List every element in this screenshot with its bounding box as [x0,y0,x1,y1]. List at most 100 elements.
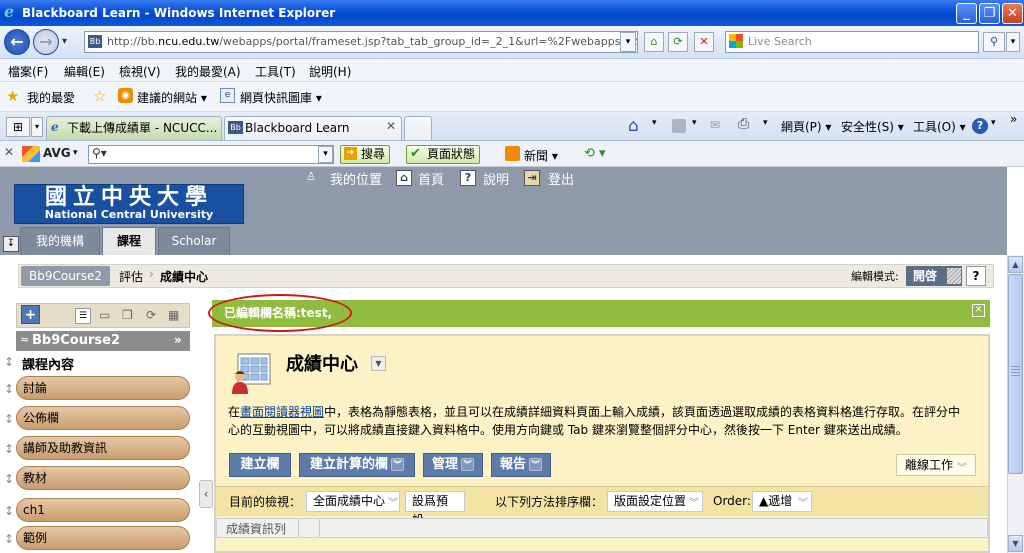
screen-reader-view-link[interactable]: 畫面閱讀器視圖 [240,405,324,419]
search-options-icon[interactable]: ▾ [1006,32,1020,52]
avg-search-icon: ⚲▾ [92,146,107,160]
tab-bb-icon: Bb [228,121,243,134]
drag-handle-icon[interactable]: ↕ [4,355,14,369]
help-link[interactable]: 說明 [483,169,509,188]
suggested-sites-link[interactable]: 建議的網站 ▾ [137,89,207,106]
course-menu-item-ch1[interactable]: ch1 [16,498,190,522]
address-input[interactable]: http://bb.ncu.edu.tw/webapps/portal/fram… [84,31,638,53]
menu-tools[interactable]: 工具(T) [255,63,296,80]
course-menu-item-materials[interactable]: 教材 [16,466,190,490]
course-collapse-icon[interactable]: ≈ [20,333,29,346]
page-menu[interactable]: 網頁(P) ▾ [781,118,831,135]
message-close-button[interactable]: ✕ [972,304,985,317]
close-button[interactable]: ✕ [1002,3,1023,24]
forward-button[interactable]: → [33,29,59,55]
breadcrumb-course[interactable]: Bb9Course2 [21,266,111,286]
tab-my-institution[interactable]: 我的機構 [20,227,100,255]
avg-close-icon[interactable]: ✕ [4,145,14,159]
help-dropdown-icon[interactable]: ▾ [991,118,996,128]
more-tools-chevron[interactable]: » [1010,112,1017,126]
scroll-down-icon[interactable]: ▼ [1008,535,1023,552]
history-dropdown-icon[interactable]: ▾ [62,36,67,47]
folder-view-icon[interactable]: ▭ [99,308,110,322]
drag-handle-icon[interactable]: ↕ [4,442,14,456]
list-view-icon[interactable]: ☰ [75,308,91,324]
window-view-icon[interactable]: ❐ [122,308,133,322]
drag-handle-icon[interactable]: ↕ [4,504,14,518]
safety-menu[interactable]: 安全性(S) ▾ [841,118,904,135]
detail-view-icon[interactable]: ▦ [168,308,179,322]
mail-icon[interactable]: ✉ [710,118,720,132]
menu-view[interactable]: 檢視(V) [119,63,161,80]
breadcrumb-assessment[interactable]: 評估 [119,268,143,285]
scroll-up-icon[interactable]: ▲ [1008,256,1023,273]
menu-edit[interactable]: 編輯(E) [64,63,105,80]
avg-search-input[interactable] [88,145,334,164]
set-default-button[interactable]: 設爲預設 [405,491,465,527]
home-icon[interactable]: ⌂ [628,116,639,136]
minimize-button[interactable]: _ [956,3,977,24]
tab-close-icon[interactable]: ✕ [386,119,396,133]
tab-list-icon[interactable]: ▾ [31,117,43,137]
drag-handle-icon[interactable]: ↕ [4,532,14,546]
course-content-heading[interactable]: 課程內容 [22,354,74,373]
print-icon[interactable]: ⎙ [738,116,749,132]
home-dropdown-icon[interactable]: ▾ [652,118,657,128]
course-menu-item-examples[interactable]: 範例 [16,526,190,550]
search-go-icon[interactable]: ⚲ [983,32,1005,52]
menu-help[interactable]: 說明(H) [309,63,351,80]
create-column-button[interactable]: 建立欄 [229,453,291,477]
tab-download-grades[interactable]: 下載上傳成績單 - NCUCC... [46,116,222,140]
quick-tabs-icon[interactable]: ⊞ [6,117,30,137]
logout-link[interactable]: 登出 [548,169,574,188]
add-favorite-icon[interactable]: ☆ [93,87,106,105]
favorites-star-icon[interactable]: ★ [6,87,19,105]
back-button[interactable]: ← [4,29,30,55]
favorites-label[interactable]: 我的最愛 [27,89,75,106]
course-menu-item-announcements[interactable]: 公佈欄 [16,406,190,430]
refresh-menu-icon[interactable]: ⟳ [146,308,156,322]
live-search-input[interactable]: Live Search [725,31,979,53]
university-logo[interactable]: 國立中央大學 National Central University [14,184,244,224]
home-link[interactable]: 首頁 [418,169,444,188]
news-rss-icon [505,146,520,161]
print-dropdown-icon[interactable]: ▾ [763,118,768,128]
title-options-icon[interactable]: ▼ [371,356,386,371]
refresh-icon[interactable]: ⟳ [668,32,688,52]
tab-blackboard-learn[interactable]: Blackboard Learn [224,116,402,140]
avg-search-dropdown-icon[interactable]: ▾ [318,146,333,163]
help-icon[interactable]: ? [972,118,988,134]
drag-handle-icon[interactable]: ↕ [4,472,14,486]
course-expand-icon[interactable]: » [174,333,182,347]
reports-button[interactable]: 報告 ︾ [491,453,551,477]
avg-extra-icon[interactable]: ⟲ ▾ [584,146,606,161]
avg-news-button[interactable]: 新聞 ▾ [524,147,558,164]
compatibility-icon[interactable]: ⌂ [644,32,664,52]
feeds-dropdown-icon[interactable]: ▾ [692,118,697,128]
web-slice-gallery-link[interactable]: 網頁快訊圖庫 ▾ [240,89,322,106]
feeds-icon[interactable] [672,119,686,133]
create-calculated-column-button[interactable]: 建立計算的欄 ︾ [299,453,415,477]
menu-file[interactable]: 檔案(F) [8,63,48,80]
address-dropdown-icon[interactable]: ▾ [620,32,636,52]
course-menu-header[interactable]: Bb9Course2 [16,331,190,351]
my-places-link[interactable]: 我的位置 [330,169,382,188]
course-menu-item-discussion[interactable]: 討論 [16,376,190,400]
drag-handle-icon[interactable]: ↕ [4,412,14,426]
course-menu-item-staff-info[interactable]: 講師及助教資訊 [16,436,190,460]
collapse-menu-icon[interactable]: ‹ [199,480,213,508]
tab-scholar[interactable]: Scholar [158,227,230,255]
add-menu-item-button[interactable]: + [21,305,40,324]
frame-toggle-icon[interactable]: ↧ [3,236,19,252]
maximize-button[interactable]: ❐ [979,3,1000,24]
manage-button[interactable]: 管理 ︾ [423,453,483,477]
current-view-select[interactable]: 全面成績中心 [306,491,400,512]
stop-icon[interactable]: ✕ [694,32,714,52]
drag-handle-icon[interactable]: ↕ [4,382,14,396]
new-tab-button[interactable] [404,116,432,140]
menu-favorites[interactable]: 我的最愛(A) [175,63,241,80]
tools-menu[interactable]: 工具(O) ▾ [913,118,966,135]
tab-courses[interactable]: 課程 [102,227,156,255]
avg-dropdown-icon[interactable]: ▾ [73,148,78,158]
page-help-button[interactable]: ? [966,266,986,286]
